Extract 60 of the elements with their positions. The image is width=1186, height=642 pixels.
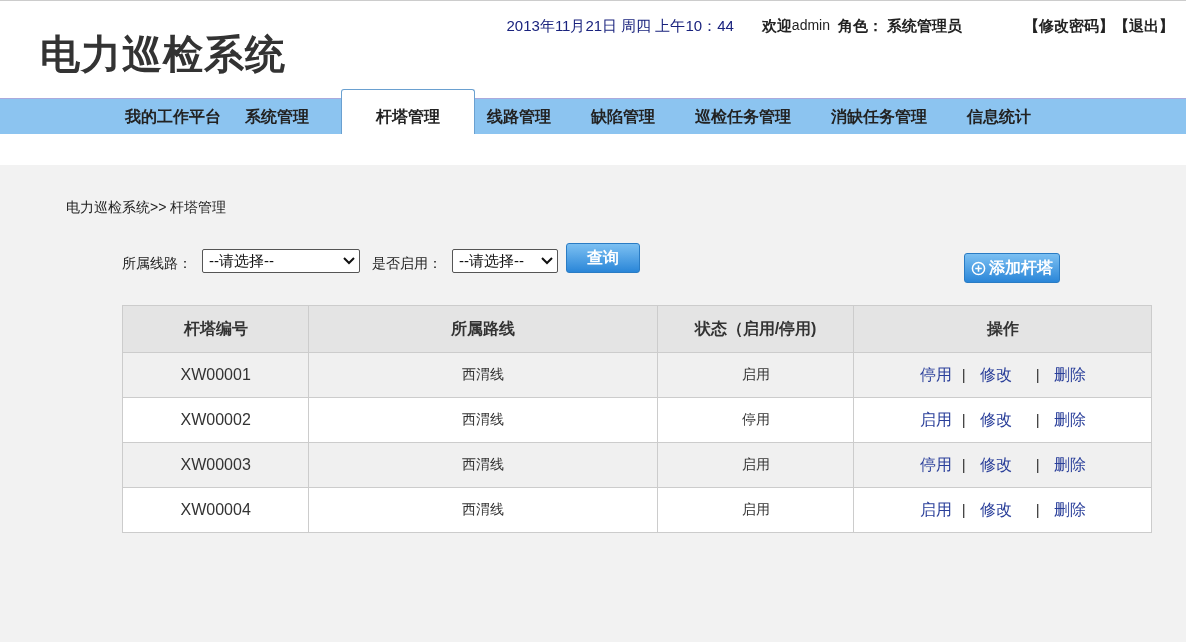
filter-label: 所属线路： xyxy=(122,255,192,273)
chevron-icon xyxy=(343,257,355,265)
action-link[interactable]: 删除 xyxy=(1053,500,1086,518)
table-cell: 启用 xyxy=(657,442,854,488)
nav-tab[interactable]: 系统管理 xyxy=(233,99,321,134)
column-header: 杆塔编号 xyxy=(122,305,309,353)
action-link[interactable]: 修改 xyxy=(979,500,1012,518)
table-cell: 西渭线 xyxy=(308,352,658,398)
nav-tab[interactable]: 线路管理 xyxy=(475,99,563,134)
plus-circle-icon xyxy=(971,260,986,276)
table-cell: 启用 xyxy=(657,352,854,398)
table-cell: 西渭线 xyxy=(308,397,658,443)
breadcrumb: 电力巡检系统>> 杆塔管理 xyxy=(66,199,228,217)
table-cell: XW00001 xyxy=(122,352,309,398)
action-link[interactable]: 修改 xyxy=(979,365,1012,383)
action-link[interactable]: 停用 xyxy=(919,365,952,383)
role-label: 角色： xyxy=(838,17,883,36)
nav-tab[interactable]: 杆塔管理 xyxy=(341,89,475,134)
table-cell: XW00004 xyxy=(122,487,309,533)
separator-text: | xyxy=(961,410,966,428)
nav-tab[interactable]: 缺陷管理 xyxy=(579,99,667,134)
action-link[interactable]: 停用 xyxy=(919,455,952,473)
header-link[interactable]: 【修改密码】 xyxy=(1024,17,1114,36)
separator-text: | xyxy=(961,365,966,383)
column-header: 状态（启用/停用) xyxy=(657,305,854,353)
table-cell: 西渭线 xyxy=(308,487,658,533)
welcome-text: 欢迎 xyxy=(761,17,792,36)
action-link[interactable]: 启用 xyxy=(919,500,952,518)
filter-label: 是否启用： xyxy=(372,255,442,273)
separator-text: | xyxy=(961,500,966,518)
separator-text: | xyxy=(1035,455,1040,473)
username-text: admin xyxy=(791,17,830,33)
table-cell: 停用 xyxy=(657,397,854,443)
table-cell: XW00003 xyxy=(122,442,309,488)
action-link[interactable]: 修改 xyxy=(979,410,1012,428)
role-text: 系统管理员 xyxy=(887,17,962,36)
filter-select[interactable]: --请选择-- xyxy=(202,249,360,273)
action-link[interactable]: 删除 xyxy=(1053,410,1086,428)
separator-text: | xyxy=(1035,410,1040,428)
nav-tab[interactable]: 我的工作平台 xyxy=(113,99,233,134)
table-cell: XW00002 xyxy=(122,397,309,443)
nav-tab[interactable]: 巡检任务管理 xyxy=(683,99,803,134)
chevron-icon xyxy=(541,257,553,265)
header-link[interactable]: 【退出】 xyxy=(1114,17,1174,36)
action-link[interactable]: 删除 xyxy=(1053,365,1086,383)
filter-select[interactable]: --请选择-- xyxy=(452,249,558,273)
nav-tab[interactable]: 信息统计 xyxy=(955,99,1043,134)
separator-text: | xyxy=(961,455,966,473)
separator-text: | xyxy=(1035,365,1040,383)
action-link[interactable]: 修改 xyxy=(979,455,1012,473)
column-header: 操作 xyxy=(853,305,1152,353)
separator-text: | xyxy=(1035,500,1040,518)
nav-tab[interactable]: 消缺任务管理 xyxy=(819,99,939,134)
table-cell: 启用 xyxy=(657,487,854,533)
action-link[interactable]: 启用 xyxy=(919,410,952,428)
column-header: 所属路线 xyxy=(308,305,658,353)
action-link[interactable]: 删除 xyxy=(1053,455,1086,473)
app-title: 电力巡检系统 xyxy=(39,31,286,78)
table-cell: 西渭线 xyxy=(308,442,658,488)
datetime-text: 2013年11月21日 周四 上午10：44 xyxy=(506,17,734,36)
